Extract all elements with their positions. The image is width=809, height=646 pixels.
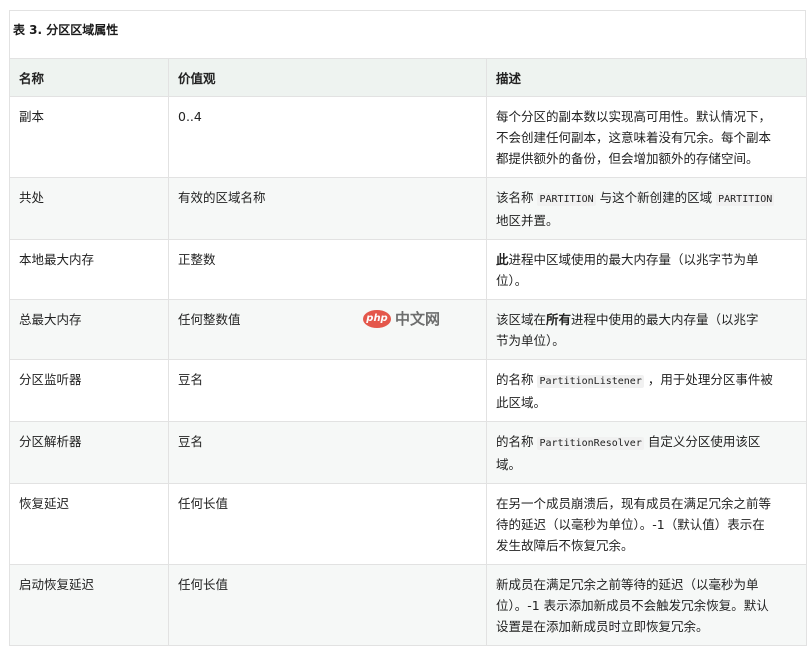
watermark-text: 中文网 — [395, 310, 441, 328]
code-partition-listener: PartitionListener — [537, 375, 644, 388]
table-row: 恢复延迟 任何长值 在另一个成员崩溃后，现有成员在满足冗余之前等 待的延迟（以毫… — [9, 483, 807, 565]
desc-line: 不会创建任何副本，这意味着没有冗余。每个副本 — [496, 130, 772, 145]
code-partition: PARTITION — [537, 193, 596, 206]
cell-name: 总最大内存 — [9, 299, 169, 360]
desc-text: 自定义分区使用该区 — [643, 434, 761, 449]
desc-line: 都提供额外的备份，但会增加额外的存储空间。 — [496, 151, 759, 166]
cell-name: 分区监听器 — [9, 359, 169, 422]
desc-line: 域。 — [496, 457, 522, 472]
cell-description: 的名称 PartitionResolver 自定义分区使用该区 域。 — [486, 421, 807, 484]
desc-line: 发生故障后不恢复冗余。 — [496, 538, 634, 553]
desc-text: 与这个新创建的区域 — [595, 190, 717, 205]
desc-bold: 此 — [496, 252, 509, 267]
desc-text: 的名称 — [496, 372, 538, 387]
table-row: 共处 有效的区域名称 该名称 PARTITION 与这个新创建的区域 PARTI… — [9, 177, 807, 240]
table-row: 本地最大内存 正整数 此进程中区域使用的最大内存量（以兆字节为单 位）。 — [9, 239, 807, 300]
header-name: 名称 — [9, 58, 169, 97]
cell-value: 豆名 — [168, 421, 487, 484]
cell-name: 本地最大内存 — [9, 239, 169, 300]
cell-description: 新成员在满足冗余之前等待的延迟（以毫秒为单 位）。-1 表示添加新成员不会触发冗… — [486, 564, 807, 646]
cell-description: 该区域在所有进程中使用的最大内存量（以兆字 节为单位）。 — [486, 299, 807, 360]
cell-name: 副本 — [9, 96, 169, 178]
cell-value: 正整数 — [168, 239, 487, 300]
cell-name: 分区解析器 — [9, 421, 169, 484]
desc-line: 设置是在添加新成员时立即恢复冗余。 — [496, 619, 709, 634]
cell-description: 在另一个成员崩溃后，现有成员在满足冗余之前等 待的延迟（以毫秒为单位）。-1（默… — [486, 483, 807, 565]
cell-name: 共处 — [9, 177, 169, 240]
cell-value: 有效的区域名称 — [168, 177, 487, 240]
table-header-row: 名称 价值观 描述 — [9, 58, 807, 97]
table-row: 副本 0..4 每个分区的副本数以实现高可用性。默认情况下， 不会创建任何副本，… — [9, 96, 807, 178]
desc-line: 每个分区的副本数以实现高可用性。默认情况下， — [496, 109, 772, 124]
cell-value: 任何长值 — [168, 564, 487, 646]
desc-text: 该区域在 — [496, 312, 547, 327]
table-row: 分区解析器 豆名 的名称 PartitionResolver 自定义分区使用该区… — [9, 421, 807, 484]
cell-description: 的名称 PartitionListener ，用于处理分区事件被 此区域。 — [486, 359, 807, 422]
table-caption: 表 3. 分区区域属性 — [13, 23, 119, 37]
table-row: 启动恢复延迟 任何长值 新成员在满足冗余之前等待的延迟（以毫秒为单 位）。-1 … — [9, 564, 807, 646]
desc-text: 进程中区域使用的最大内存量（以兆字节为单 — [508, 252, 759, 267]
desc-line: 位）。 — [496, 273, 528, 288]
desc-bold: 所有 — [546, 312, 572, 327]
desc-line: 节为单位）。 — [496, 333, 565, 348]
cell-name: 恢复延迟 — [9, 483, 169, 565]
cell-description: 此进程中区域使用的最大内存量（以兆字节为单 位）。 — [486, 239, 807, 300]
desc-line: 待的延迟（以毫秒为单位）。-1（默认值）表示在 — [496, 517, 765, 532]
region-attributes-table: 名称 价值观 描述 副本 0..4 每个分区的副本数以实现高可用性。默认情况下，… — [9, 58, 807, 646]
code-partition-resolver: PartitionResolver — [537, 437, 644, 450]
cell-value: 0..4 — [168, 96, 487, 178]
cell-value: 任何长值 — [168, 483, 487, 565]
desc-line: 新成员在满足冗余之前等待的延迟（以毫秒为单 — [496, 577, 759, 592]
desc-line: 位）。-1 表示添加新成员不会触发冗余恢复。默认 — [496, 598, 769, 613]
php-logo-icon: php — [363, 309, 391, 328]
desc-text: 的名称 — [496, 434, 538, 449]
caption-box: 表 3. 分区区域属性 — [9, 10, 806, 58]
watermark: php 中文网 — [363, 308, 440, 329]
code-partition: PARTITION — [716, 193, 775, 206]
desc-line: 此区域。 — [496, 395, 547, 410]
desc-line: 在另一个成员崩溃后，现有成员在满足冗余之前等 — [496, 496, 772, 511]
cell-value: 豆名 — [168, 359, 487, 422]
desc-text: 进程中使用的最大内存量（以兆字 — [571, 312, 759, 327]
page: 表 3. 分区区域属性 名称 价值观 描述 副本 0..4 每个分区的副本数以实… — [0, 0, 809, 646]
cell-description: 该名称 PARTITION 与这个新创建的区域 PARTITION 地区并置。 — [486, 177, 807, 240]
desc-text: ，用于处理分区事件被 — [643, 372, 773, 387]
header-value: 价值观 — [168, 58, 487, 97]
desc-line: 地区并置。 — [496, 213, 559, 228]
cell-description: 每个分区的副本数以实现高可用性。默认情况下， 不会创建任何副本，这意味着没有冗余… — [486, 96, 807, 178]
desc-text: 该名称 — [496, 190, 538, 205]
header-description: 描述 — [486, 58, 807, 97]
cell-name: 启动恢复延迟 — [9, 564, 169, 646]
table-row: 分区监听器 豆名 的名称 PartitionListener ，用于处理分区事件… — [9, 359, 807, 422]
